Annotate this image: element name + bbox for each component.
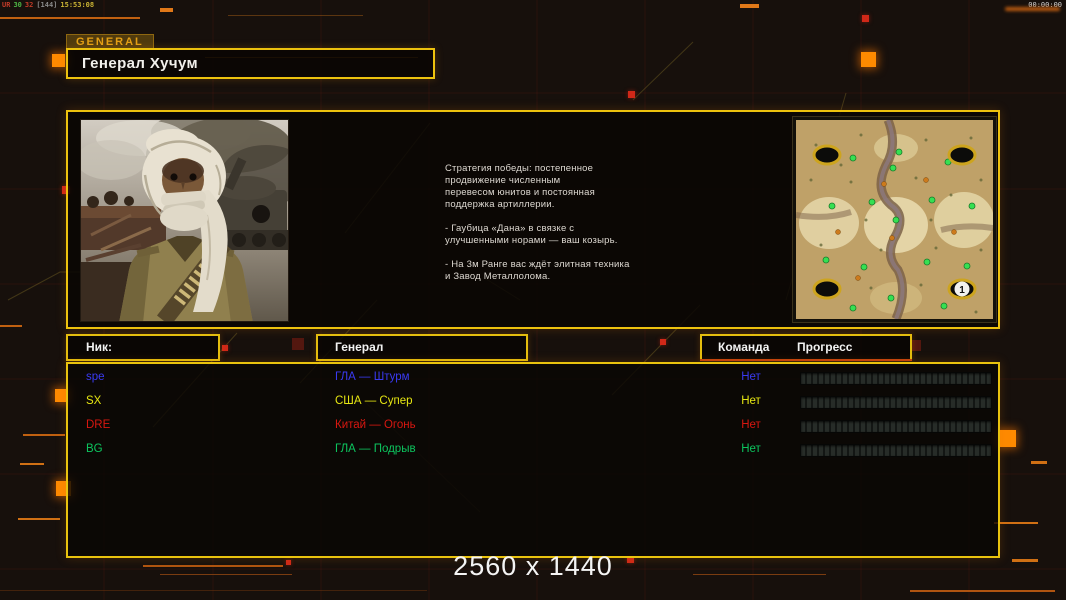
- player-progress-bar: [800, 444, 992, 457]
- column-header-team-progress: Команда Прогресс: [700, 334, 912, 361]
- player-row: SX США — Супер Нет: [68, 392, 998, 414]
- player-general: США — Супер: [335, 395, 413, 407]
- briefing-paragraph: - Гаубица «Дана» в связке с улучшенными …: [445, 223, 618, 246]
- player-row: spe ГЛА — Штурм Нет: [68, 368, 998, 390]
- general-header-label: Генерал: [335, 340, 384, 354]
- general-name: Генерал Хучум: [82, 55, 198, 72]
- column-header-general: Генерал: [316, 334, 528, 361]
- player-team: Нет: [741, 395, 761, 407]
- debug-segment: 30: [13, 1, 22, 9]
- debug-segment: [144]: [36, 1, 58, 9]
- player-team: Нет: [741, 443, 761, 455]
- player-name: spe: [86, 371, 105, 383]
- timer-underline: [1005, 7, 1060, 11]
- player-name: SX: [86, 395, 102, 407]
- resolution-label: 2560 x 1440: [453, 551, 613, 581]
- team-header-underline: [700, 359, 912, 361]
- player-general: ГЛА — Штурм: [335, 371, 410, 383]
- player-row: DRE Китай — Огонь Нет: [68, 416, 998, 438]
- progress-header-label: Прогресс: [797, 340, 853, 354]
- player-team: Нет: [741, 371, 761, 383]
- map-preview: 1: [792, 116, 997, 323]
- general-portrait: [80, 119, 289, 322]
- debug-segment: UR: [2, 1, 11, 9]
- briefing-text: Стратегия победы: постепенное продвижени…: [445, 163, 705, 295]
- briefing-paragraph: - На 3м Ранге вас ждёт элитная техника и…: [445, 259, 630, 282]
- general-info-panel: Стратегия победы: постепенное продвижени…: [66, 110, 1000, 329]
- briefing-paragraph: Стратегия победы: постепенное продвижени…: [445, 163, 595, 210]
- player-row: BG ГЛА — Подрыв Нет: [68, 440, 998, 462]
- debug-fps-overlay: UR 30 32 [144] 15:53:08: [2, 1, 97, 9]
- player-name: DRE: [86, 419, 111, 431]
- column-header-nick: Ник:: [66, 334, 220, 361]
- player-team: Нет: [741, 419, 761, 431]
- loading-screen: UR 30 32 [144] 15:53:08 00:00:00 GENERAL Ген…: [0, 0, 1066, 600]
- team-header-label: Команда: [718, 340, 770, 354]
- player-general: ГЛА — Подрыв: [335, 443, 416, 455]
- debug-segment: 32: [24, 1, 34, 9]
- player-general: Китай — Огонь: [335, 419, 416, 431]
- general-name-box: Генерал Хучум: [66, 48, 435, 79]
- nick-header-label: Ник:: [86, 340, 113, 354]
- svg-text:1: 1: [959, 285, 965, 296]
- player-name: BG: [86, 443, 103, 455]
- player-progress-bar: [800, 420, 992, 433]
- players-panel: spe ГЛА — Штурм Нет SX США — Супер Нет D…: [66, 362, 1000, 558]
- debug-segment: 15:53:08: [60, 1, 95, 9]
- player-progress-bar: [800, 396, 992, 409]
- player-progress-bar: [800, 372, 992, 385]
- start-position-marker: 1: [954, 281, 970, 297]
